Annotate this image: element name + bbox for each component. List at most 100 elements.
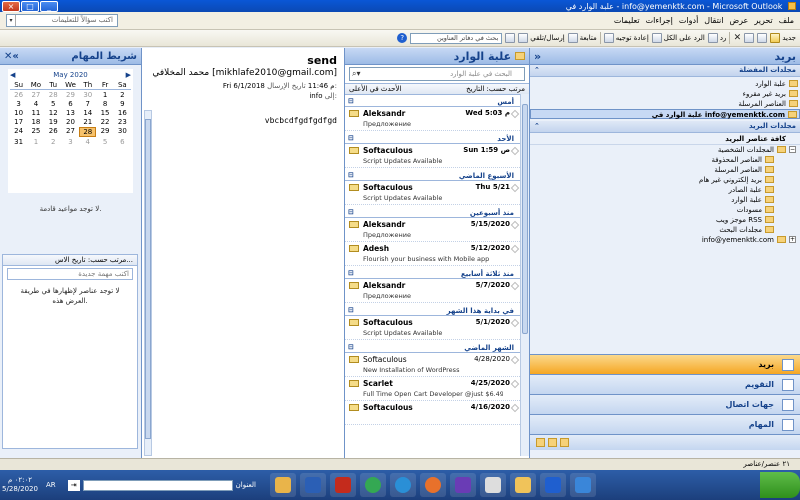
message-group-header[interactable]: ⊟ منذ ثلاثة أسابيع bbox=[345, 266, 520, 279]
taskbar-clock[interactable]: ٠٢:٠٢ م 5/28/2020 bbox=[0, 476, 40, 494]
calendar-day[interactable]: 26 bbox=[45, 127, 62, 137]
calendar-day[interactable]: 6 bbox=[62, 100, 79, 108]
menu-view[interactable]: عرض bbox=[729, 16, 748, 25]
folder-tree-item[interactable]: بريد إلكتروني غير هام bbox=[530, 175, 800, 185]
todo-close-icon[interactable]: ✕ bbox=[4, 51, 12, 62]
prev-month-icon[interactable]: ◀ bbox=[10, 71, 15, 79]
flag-icon[interactable] bbox=[510, 220, 520, 230]
close-window-button[interactable]: × bbox=[2, 0, 20, 12]
tree-toggle-icon[interactable]: + bbox=[789, 236, 796, 243]
group-collapse-icon[interactable]: ⊟ bbox=[348, 208, 354, 216]
message-row[interactable]: Aleksandr Предложение Wed 5:03 م bbox=[345, 107, 520, 131]
message-sender[interactable]: محمد المخلافي [mikhlafe2010@gmail.com] bbox=[152, 68, 337, 78]
sort-order[interactable]: الأحدث في الأعلى bbox=[349, 85, 401, 93]
message-row[interactable]: Scarlet Full Time Open Cart Developer @ju… bbox=[345, 377, 520, 401]
group-collapse-icon[interactable]: ⊟ bbox=[348, 134, 354, 142]
calendar-day[interactable]: 30 bbox=[79, 91, 96, 99]
calendar-day[interactable]: 24 bbox=[10, 127, 27, 137]
calendar-day[interactable]: 7 bbox=[79, 100, 96, 108]
calendar-day[interactable]: 22 bbox=[96, 118, 113, 126]
group-collapse-icon[interactable]: ⊟ bbox=[348, 343, 354, 351]
address-book-icon[interactable] bbox=[505, 33, 516, 43]
calendar-day[interactable]: 5 bbox=[96, 138, 113, 146]
message-group-header[interactable]: ⊟ الشهر الماضي bbox=[345, 340, 520, 353]
message-row[interactable]: Softaculous New Installation of WordPress… bbox=[345, 353, 520, 377]
menu-actions[interactable]: إجراءات bbox=[646, 16, 673, 25]
message-to-value[interactable]: info bbox=[309, 92, 322, 100]
forward-button[interactable]: إعادة توجيه bbox=[603, 33, 649, 43]
group-collapse-icon[interactable]: ⊟ bbox=[348, 171, 354, 179]
taskbar-app[interactable] bbox=[509, 473, 536, 497]
flag-icon[interactable] bbox=[510, 183, 520, 193]
favorite-folder[interactable]: علبة الوارد bbox=[530, 79, 800, 89]
calendar-day[interactable]: 1 bbox=[96, 91, 113, 99]
calendar-day[interactable]: 28 bbox=[45, 91, 62, 99]
flag-icon[interactable] bbox=[510, 244, 520, 254]
help-icon[interactable]: ? bbox=[397, 33, 408, 43]
folder-tree-item[interactable]: العناصر المرسلة bbox=[530, 165, 800, 175]
reading-scrollbar[interactable] bbox=[144, 110, 152, 456]
folder-tree-item[interactable]: − المجلدات الشخصية bbox=[530, 145, 800, 155]
address-book-search-input[interactable]: بحث في دفاتر العناوين bbox=[410, 32, 503, 44]
calendar-day[interactable]: 4 bbox=[79, 138, 96, 146]
menu-edit[interactable]: تحرير bbox=[754, 16, 772, 25]
calendar-day[interactable]: 8 bbox=[96, 100, 113, 108]
calendar-day[interactable]: 2 bbox=[114, 91, 131, 99]
calendar-day[interactable]: 30 bbox=[114, 127, 131, 137]
calendar-day[interactable]: 25 bbox=[27, 127, 44, 137]
calendar-day[interactable]: 27 bbox=[62, 127, 79, 137]
follow-up-button[interactable]: متابعة bbox=[567, 33, 597, 43]
taskbar-app[interactable] bbox=[449, 473, 476, 497]
message-group-header[interactable]: ⊟ منذ أسبوعين bbox=[345, 205, 520, 218]
calendar-nav-button[interactable]: التقويم bbox=[530, 374, 800, 394]
mail-folders-collapse-icon[interactable]: ⌃ bbox=[534, 122, 540, 131]
folder-tree-item[interactable]: علبة الصادر bbox=[530, 185, 800, 195]
next-month-icon[interactable]: ▶ bbox=[126, 71, 131, 79]
nav-collapse-icon[interactable]: » bbox=[534, 50, 541, 63]
taskbar-app[interactable] bbox=[299, 473, 326, 497]
taskbar-app[interactable] bbox=[419, 473, 446, 497]
flag-icon[interactable] bbox=[510, 109, 520, 119]
group-collapse-icon[interactable]: ⊟ bbox=[348, 97, 354, 105]
taskbar-app[interactable] bbox=[479, 473, 506, 497]
flag-icon[interactable] bbox=[510, 379, 520, 389]
reading-scroll-thumb[interactable] bbox=[145, 119, 151, 439]
calendar-day[interactable]: 14 bbox=[79, 109, 96, 117]
message-row[interactable]: Softaculous Script Updates Available Sun 1… bbox=[345, 144, 520, 168]
flag-icon[interactable] bbox=[510, 146, 520, 156]
menu-file[interactable]: ملف bbox=[779, 16, 794, 25]
calendar-day[interactable]: 26 bbox=[10, 91, 27, 99]
tasks-nav-button[interactable]: المهام bbox=[530, 414, 800, 434]
calendar-day[interactable]: 16 bbox=[114, 109, 131, 117]
print-icon[interactable] bbox=[757, 33, 768, 43]
mail-folders-header[interactable]: ⌃ مجلدات البريد bbox=[530, 121, 800, 133]
calendar-day[interactable]: 12 bbox=[45, 109, 62, 117]
menu-tools[interactable]: أدوات bbox=[679, 16, 698, 25]
message-row[interactable]: Aleksandr Предложение 5/7/2020 bbox=[345, 279, 520, 303]
calendar-day[interactable]: 28 bbox=[79, 127, 97, 137]
calendar-day[interactable]: 3 bbox=[62, 138, 79, 146]
folder-tree-item[interactable]: + info@yemenktk.com bbox=[530, 235, 800, 245]
reply-all-button[interactable]: الرد على الكل bbox=[651, 33, 705, 43]
calendar-day[interactable]: 9 bbox=[114, 100, 131, 108]
message-group-header[interactable]: ⊟ في بداية هذا الشهر bbox=[345, 303, 520, 316]
group-collapse-icon[interactable]: ⊟ bbox=[348, 306, 354, 314]
shortcuts-icon[interactable] bbox=[560, 438, 569, 447]
message-list-scrollbar[interactable] bbox=[520, 94, 529, 456]
menu-go[interactable]: انتقال bbox=[704, 16, 723, 25]
send-receive-button[interactable]: إرسال/تلقي bbox=[518, 33, 565, 43]
calendar-day[interactable]: 18 bbox=[27, 118, 44, 126]
taskbar-app[interactable] bbox=[539, 473, 566, 497]
minimize-window-button[interactable]: _ bbox=[40, 0, 58, 12]
calendar-day[interactable]: 15 bbox=[96, 109, 113, 117]
calendar-day[interactable]: 10 bbox=[10, 109, 27, 117]
group-collapse-icon[interactable]: ⊟ bbox=[348, 269, 354, 277]
start-button[interactable] bbox=[760, 472, 800, 498]
ask-dropdown-icon[interactable]: ▾ bbox=[7, 15, 16, 26]
taskbar-app[interactable] bbox=[569, 473, 596, 497]
calendar-day[interactable]: 31 bbox=[10, 138, 27, 146]
all-mail-items-selector[interactable]: كافة عناصر البريد bbox=[530, 133, 800, 145]
message-list-scroll-thumb[interactable] bbox=[522, 104, 528, 334]
maximize-window-button[interactable]: □ bbox=[21, 0, 39, 12]
inbox-search-input[interactable]: ⌕▾ البحث في علبة الوارد bbox=[349, 67, 525, 81]
